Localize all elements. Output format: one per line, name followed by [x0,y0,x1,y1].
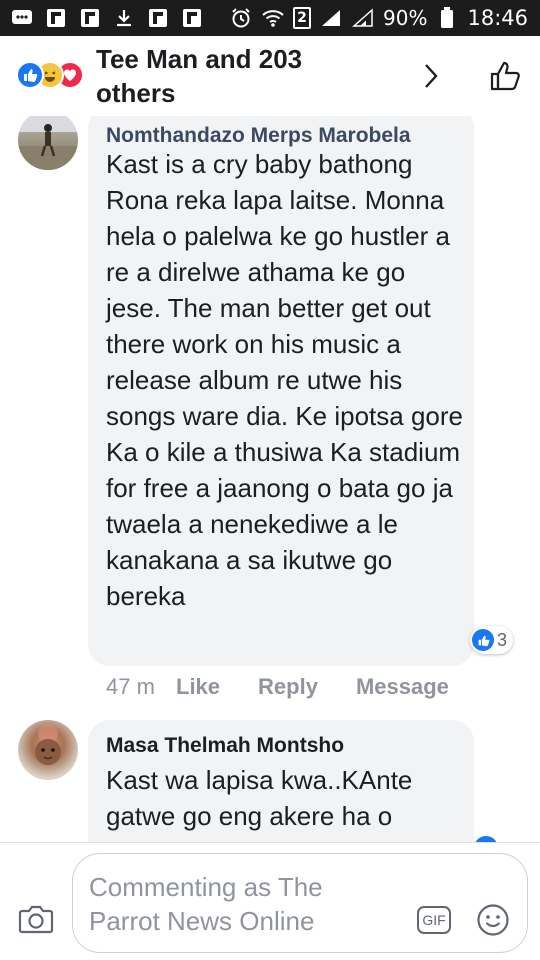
comment-text: Kast is a cry baby bathong Rona reka lap… [106,149,463,611]
like-link[interactable]: Like [176,674,220,700]
comment-bubble[interactable]: Masa Thelmah Montsho Kast wa lapisa kwa.… [88,720,474,842]
battery-percent: 90% [383,6,428,30]
like-reaction-icon [472,629,494,651]
flipboard-icon [146,7,170,29]
comment-list: Nomthandazo Merps Marobela Kast is a cry… [0,116,540,842]
reaction-count: 3 [497,629,508,650]
smiley-icon [477,904,509,936]
avatar[interactable] [18,116,78,170]
signal-icon [319,7,343,29]
like-reaction-icon [16,61,44,89]
comment-author[interactable]: Masa Thelmah Montsho [106,734,344,758]
thumbs-up-icon [490,61,520,91]
chevron-right-icon[interactable] [416,56,446,96]
comment-reaction-badge[interactable]: 3 [470,626,514,654]
flipboard-icon [180,7,204,29]
download-icon [112,7,136,29]
clock: 18:46 [467,6,528,30]
comment-text: Kast wa lapisa kwa..KAnte gatwe go eng a… [106,765,413,831]
message-link[interactable]: Message [356,674,449,700]
emoji-button[interactable] [475,902,511,938]
gif-button[interactable]: GIF [417,906,451,934]
status-bar: 2 90% 18:46 [0,0,540,36]
comment-actions: 47 m Like Reply Message [106,672,487,702]
comment-composer: Commenting as The Parrot News Online GIF [0,842,540,960]
comment-bubble[interactable]: Nomthandazo Merps Marobela Kast is a cry… [88,116,474,666]
signal-icon [351,7,375,29]
comment-input[interactable]: Commenting as The Parrot News Online GIF [72,853,528,953]
reaction-summary[interactable] [16,61,94,91]
avatar[interactable] [18,720,78,780]
flipboard-icon [44,7,68,29]
camera-button[interactable] [18,901,54,937]
comment-timestamp: 47 m [106,674,155,699]
system-icons: 2 90% 18:46 [229,6,540,30]
battery-icon [435,7,459,29]
camera-icon [18,905,54,934]
reactors-title[interactable]: Tee Man and 203 others [96,42,376,110]
alarm-icon [229,7,253,29]
message-icon [10,7,34,29]
reactions-header: Tee Man and 203 others [0,36,540,116]
notification-icons [0,7,204,29]
comment-placeholder: Commenting as The Parrot News Online [89,872,323,936]
wifi-icon [261,7,285,29]
comment-author[interactable]: Nomthandazo Merps Marobela [106,124,411,148]
reply-link[interactable]: Reply [258,674,318,700]
sim-indicator: 2 [293,7,312,29]
flipboard-icon [78,7,102,29]
like-post-button[interactable] [486,56,526,96]
